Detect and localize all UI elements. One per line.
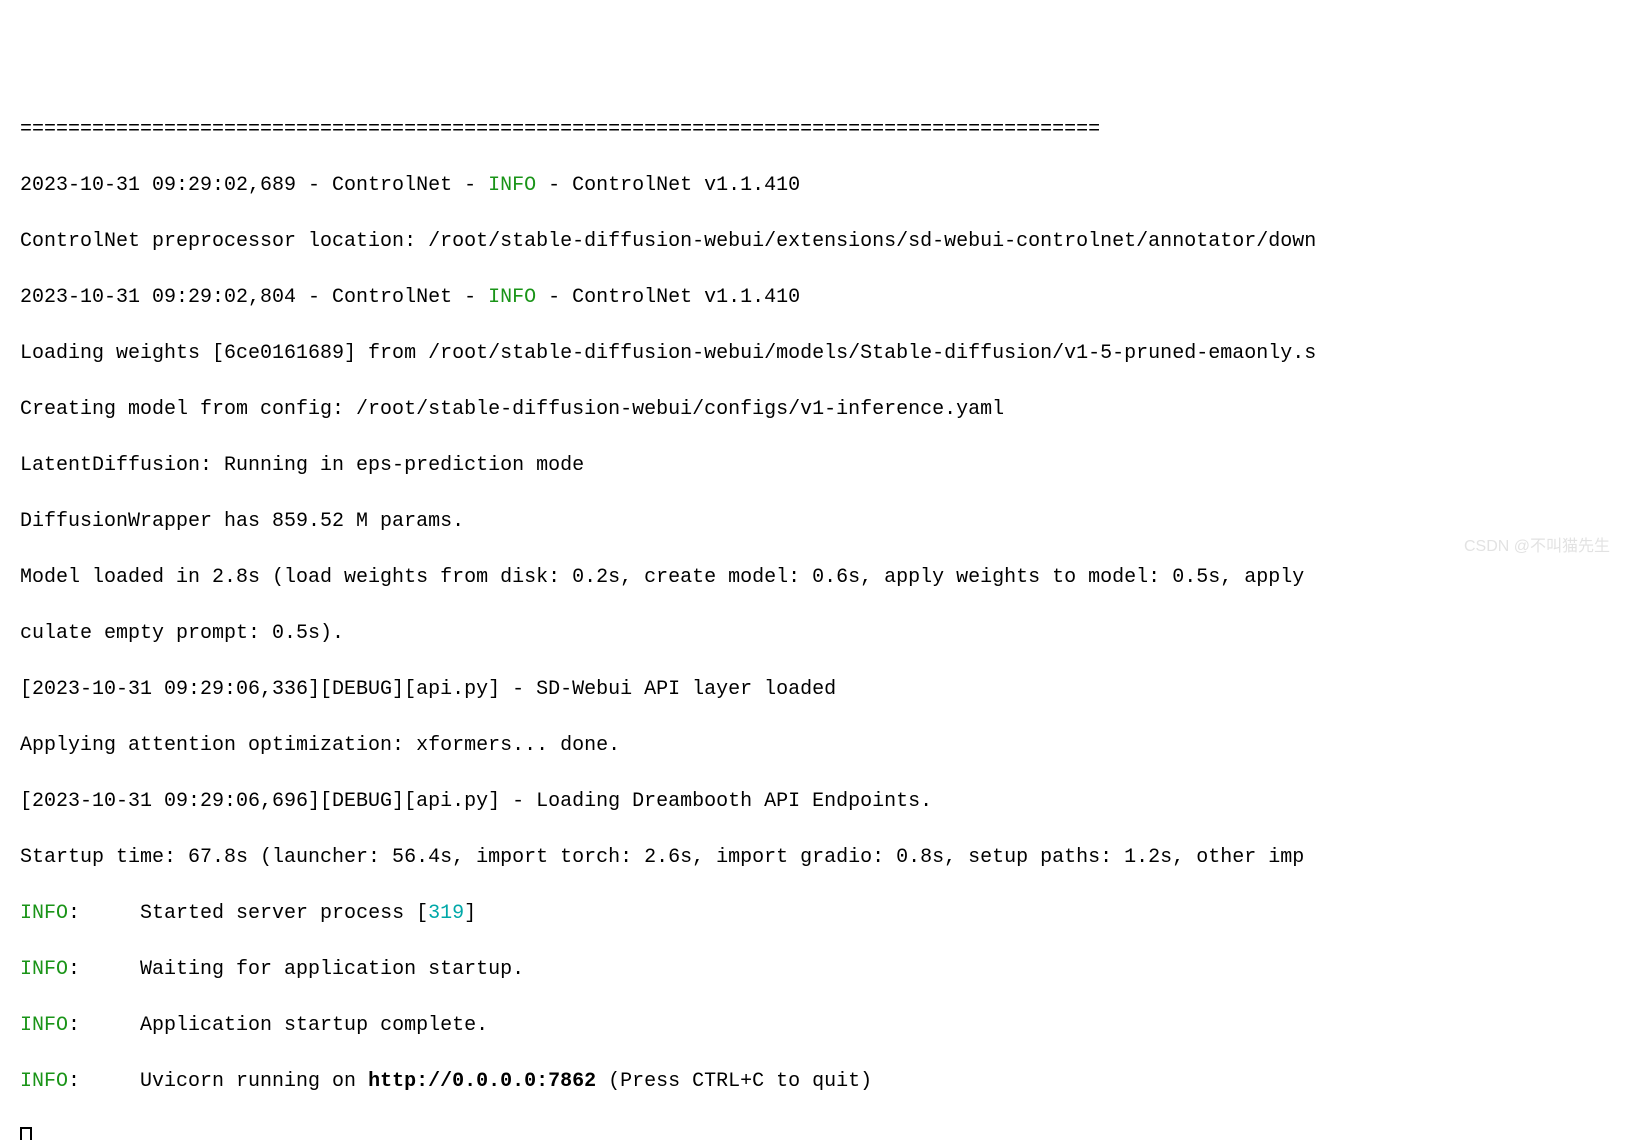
terminal-cursor[interactable] bbox=[20, 1127, 32, 1140]
log-message: - ControlNet v1.1.410 bbox=[536, 174, 800, 197]
log-line: INFO: Uvicorn running on http://0.0.0.0:… bbox=[20, 1068, 1610, 1096]
cursor-line bbox=[20, 1124, 1610, 1140]
log-line: ControlNet preprocessor location: /root/… bbox=[20, 228, 1610, 256]
log-message: ] bbox=[464, 902, 476, 925]
log-line: culate empty prompt: 0.5s). bbox=[20, 620, 1610, 648]
log-line: LatentDiffusion: Running in eps-predicti… bbox=[20, 452, 1610, 480]
log-line: Model loaded in 2.8s (load weights from … bbox=[20, 564, 1610, 592]
log-level-info: INFO bbox=[488, 174, 536, 197]
process-id: 319 bbox=[428, 902, 464, 925]
log-line: INFO: Started server process [319] bbox=[20, 900, 1610, 928]
log-level-info: INFO bbox=[20, 1070, 68, 1093]
log-message: : Started server process [ bbox=[68, 902, 428, 925]
log-line: [2023-10-31 09:29:06,696][DEBUG][api.py]… bbox=[20, 788, 1610, 816]
log-line: Creating model from config: /root/stable… bbox=[20, 396, 1610, 424]
watermark: CSDN @不叫猫先生 bbox=[1464, 536, 1610, 558]
log-message: : Waiting for application startup. bbox=[68, 958, 524, 981]
log-line: 2023-10-31 09:29:02,689 - ControlNet - I… bbox=[20, 172, 1610, 200]
log-line: Startup time: 67.8s (launcher: 56.4s, im… bbox=[20, 844, 1610, 872]
log-line: 2023-10-31 09:29:02,804 - ControlNet - I… bbox=[20, 284, 1610, 312]
log-message: : Application startup complete. bbox=[68, 1014, 488, 1037]
log-line: DiffusionWrapper has 859.52 M params. bbox=[20, 508, 1610, 536]
log-line: [2023-10-31 09:29:06,336][DEBUG][api.py]… bbox=[20, 676, 1610, 704]
log-message: - ControlNet v1.1.410 bbox=[536, 286, 800, 309]
server-url: http://0.0.0.0:7862 bbox=[368, 1070, 596, 1093]
terminal-separator: ========================================… bbox=[20, 116, 1610, 144]
log-timestamp: 2023-10-31 09:29:02,804 - ControlNet - bbox=[20, 286, 488, 309]
log-timestamp: 2023-10-31 09:29:02,689 - ControlNet - bbox=[20, 174, 488, 197]
log-line: Applying attention optimization: xformer… bbox=[20, 732, 1610, 760]
log-level-info: INFO bbox=[20, 902, 68, 925]
log-line: Loading weights [6ce0161689] from /root/… bbox=[20, 340, 1610, 368]
log-line: INFO: Application startup complete. bbox=[20, 1012, 1610, 1040]
log-message: (Press CTRL+C to quit) bbox=[596, 1070, 872, 1093]
log-level-info: INFO bbox=[488, 286, 536, 309]
log-line: INFO: Waiting for application startup. bbox=[20, 956, 1610, 984]
log-level-info: INFO bbox=[20, 958, 68, 981]
log-level-info: INFO bbox=[20, 1014, 68, 1037]
log-message: : Uvicorn running on bbox=[68, 1070, 368, 1093]
